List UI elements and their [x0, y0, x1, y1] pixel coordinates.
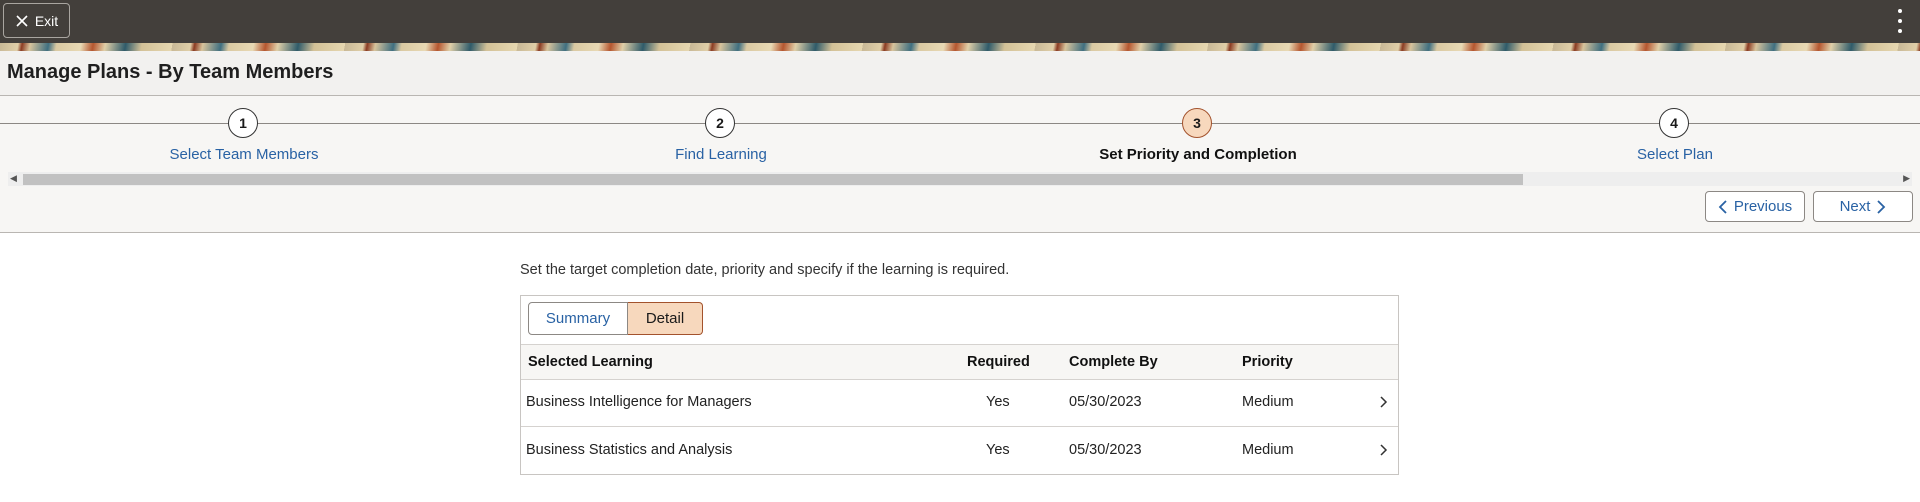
- column-header-complete-by: Complete By: [1069, 354, 1158, 370]
- learning-name: Business Statistics and Analysis: [526, 442, 733, 458]
- step-3-label: Set Priority and Completion: [1099, 146, 1297, 163]
- top-bar: Exit: [0, 0, 1920, 43]
- priority-value: Medium: [1242, 394, 1294, 410]
- grid-header: Selected Learning Required Complete By P…: [521, 344, 1398, 380]
- step-1-label[interactable]: Select Team Members: [94, 146, 394, 163]
- step-1-number[interactable]: 1: [228, 108, 258, 138]
- previous-button[interactable]: Previous: [1705, 191, 1805, 222]
- complete-by-value: 05/30/2023: [1069, 442, 1142, 458]
- chevron-right-icon[interactable]: [1379, 395, 1388, 409]
- page-title: Manage Plans - By Team Members: [7, 61, 334, 83]
- instructions-text: Set the target completion date, priority…: [520, 262, 1010, 278]
- priority-value: Medium: [1242, 442, 1294, 458]
- chevron-right-icon: [1877, 199, 1886, 214]
- chevron-right-icon[interactable]: [1379, 443, 1388, 457]
- train-stops: 1 Select Team Members 2 Find Learning 3 …: [0, 96, 1920, 233]
- table-row[interactable]: Business Statistics and Analysis Yes 05/…: [521, 427, 1398, 474]
- scrollbar-thumb[interactable]: [23, 174, 1523, 185]
- step-4-number[interactable]: 4: [1659, 108, 1689, 138]
- exit-label: Exit: [34, 12, 59, 29]
- step-2-number[interactable]: 2: [705, 108, 735, 138]
- table-row[interactable]: Business Intelligence for Managers Yes 0…: [521, 379, 1398, 427]
- required-value: Yes: [986, 394, 1010, 410]
- step-3-number: 3: [1182, 108, 1212, 138]
- view-toggle: Summary Detail: [528, 302, 703, 335]
- more-vertical-icon[interactable]: [1896, 9, 1904, 33]
- exit-button[interactable]: Exit: [3, 3, 70, 38]
- complete-by-value: 05/30/2023: [1069, 394, 1142, 410]
- summary-toggle-button[interactable]: Summary: [528, 302, 628, 335]
- next-button[interactable]: Next: [1813, 191, 1913, 222]
- chevron-left-icon: [1718, 199, 1727, 214]
- column-header-learning: Selected Learning: [528, 354, 653, 370]
- step-2-label[interactable]: Find Learning: [571, 146, 871, 163]
- required-value: Yes: [986, 442, 1010, 458]
- previous-label: Previous: [1733, 198, 1793, 215]
- page-header: Manage Plans - By Team Members: [0, 51, 1920, 96]
- learning-name: Business Intelligence for Managers: [526, 394, 752, 410]
- close-icon: [16, 14, 28, 27]
- train-line: [0, 123, 1920, 124]
- step-4-label[interactable]: Select Plan: [1525, 146, 1825, 163]
- detail-toggle-button[interactable]: Detail: [628, 302, 703, 335]
- learning-grid-panel: Summary Detail Selected Learning Require…: [520, 295, 1399, 475]
- next-label: Next: [1839, 198, 1871, 215]
- scroll-left-icon[interactable]: ◀: [10, 173, 17, 184]
- scroll-right-icon[interactable]: ▶: [1903, 173, 1910, 184]
- horizontal-scrollbar[interactable]: ◀ ▶: [8, 172, 1912, 186]
- column-header-required: Required: [967, 354, 1030, 370]
- column-header-priority: Priority: [1242, 354, 1293, 370]
- decorative-banner: [0, 43, 1920, 51]
